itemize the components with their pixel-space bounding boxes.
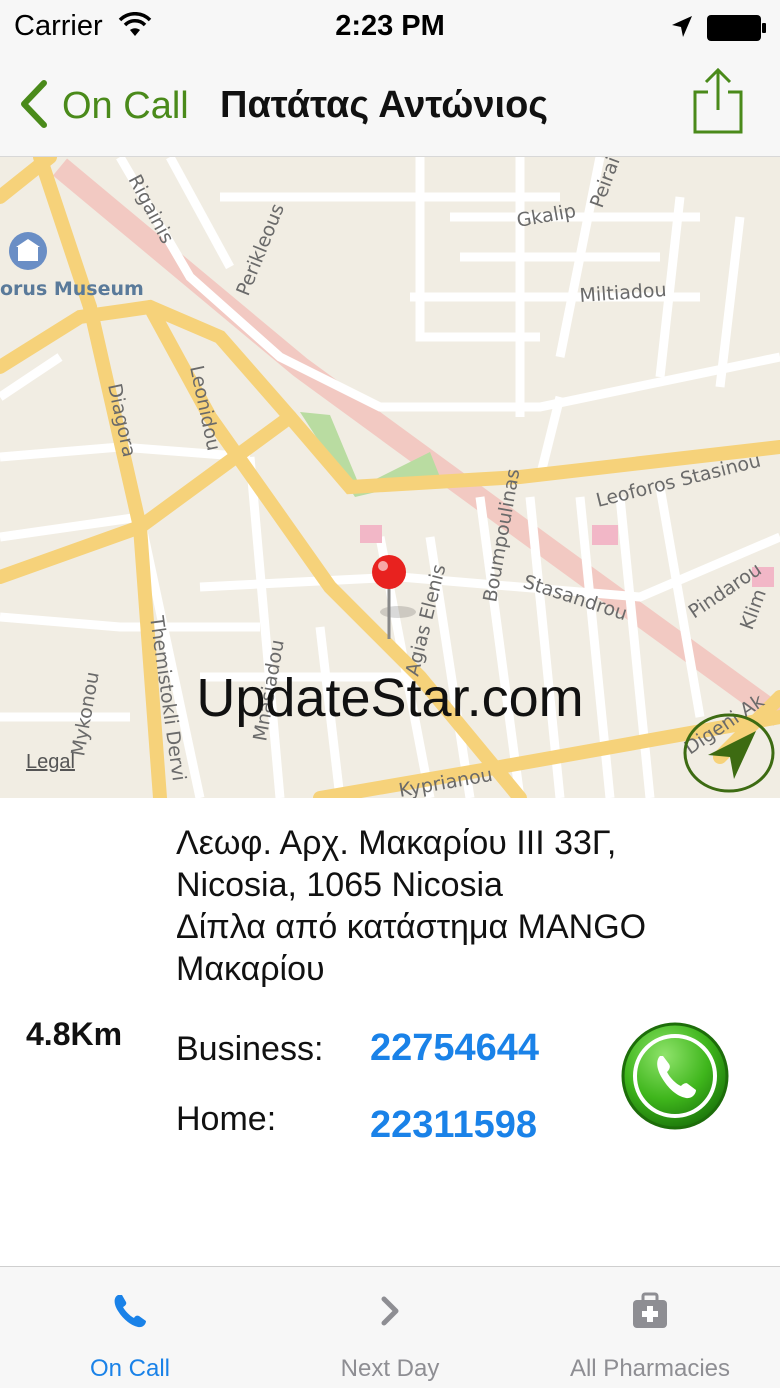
first-aid-kit-icon bbox=[520, 1291, 780, 1331]
address-line: Δίπλα από κατάστημα MANGO bbox=[176, 908, 647, 946]
back-button-label: On Call bbox=[62, 84, 189, 127]
business-phone-link[interactable]: 22754644 bbox=[370, 1027, 539, 1070]
watermark: UpdateStar.com bbox=[196, 668, 584, 728]
back-button[interactable]: On Call bbox=[18, 78, 189, 134]
address-line: Μακαρίου bbox=[176, 950, 325, 988]
page-title: Πατάτας Αντώνιος bbox=[220, 84, 549, 126]
phone-handset-icon bbox=[620, 1022, 730, 1134]
address-line: Λεωφ. Αρχ. Μακαρίου ΙΙΙ 33Γ, bbox=[176, 824, 617, 862]
location-services-icon bbox=[670, 14, 694, 45]
tab-label: On Call bbox=[89, 1355, 171, 1382]
tab-next-day[interactable]: Next Day bbox=[260, 1267, 520, 1388]
address-block: Λεωφ. Αρχ. Μακαρίου ΙΙΙ 33Γ, Nicosia, 10… bbox=[176, 822, 756, 990]
clock: 2:23 PM bbox=[335, 10, 445, 42]
home-phone-link[interactable]: 22311598 bbox=[370, 1104, 537, 1147]
home-phone-label: Home: bbox=[176, 1100, 277, 1138]
phone-icon bbox=[0, 1291, 260, 1331]
distance-label: 4.8Km bbox=[26, 1016, 123, 1052]
tracking-button[interactable] bbox=[682, 711, 776, 795]
tab-bar: On Call Next Day All Pharmacies bbox=[0, 1266, 780, 1388]
legal-link[interactable]: Legal bbox=[26, 751, 75, 774]
call-button[interactable] bbox=[620, 1022, 730, 1130]
tab-all-pharmacies[interactable]: All Pharmacies bbox=[520, 1267, 780, 1388]
share-icon bbox=[692, 67, 744, 140]
map-view[interactable]: Rigainis Perikleous Gkalip Peirai Miltia… bbox=[0, 157, 780, 798]
battery-icon bbox=[706, 14, 768, 47]
share-button[interactable] bbox=[692, 66, 744, 136]
status-bar: Carrier 2:23 PM bbox=[0, 0, 780, 56]
tab-label: All Pharmacies bbox=[569, 1355, 731, 1382]
navigation-bar: On Call Πατάτας Αντώνιος bbox=[0, 56, 780, 157]
business-phone-label: Business: bbox=[176, 1030, 324, 1068]
svg-text:orus Museum: orus Museum bbox=[0, 278, 144, 300]
tab-label: Next Day bbox=[340, 1355, 440, 1382]
address-line: Nicosia, 1065 Nicosia bbox=[176, 866, 503, 904]
tab-on-call[interactable]: On Call bbox=[0, 1267, 260, 1388]
chevron-left-icon bbox=[18, 79, 48, 134]
chevron-right-icon bbox=[260, 1291, 520, 1331]
